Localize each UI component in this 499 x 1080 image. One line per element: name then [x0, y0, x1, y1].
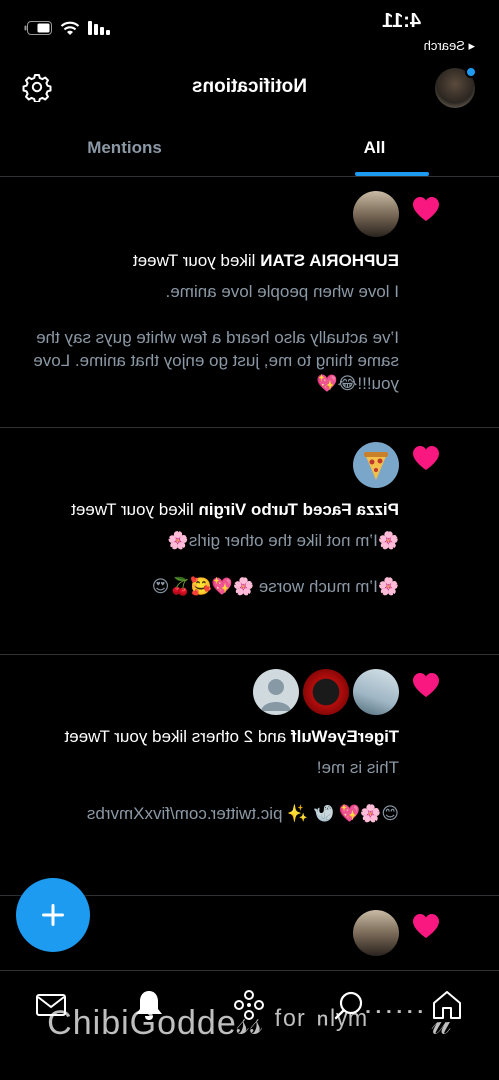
notification-headline: Pizza Faced Turbo Virgin liked your Twee…: [14, 498, 399, 521]
app-header: Notifications: [0, 56, 499, 120]
tweet-text: This is me! 😊🌸💖 🦭 ✨ pic.twitter.com/fivx…: [86, 758, 399, 823]
notification-avatars: [353, 910, 399, 958]
heart-icon: [413, 446, 439, 470]
notification-item[interactable]: Pizza Faced Turbo Virgin liked your Twee…: [0, 428, 499, 655]
notification-content: TigerEyeWulf and 2 others liked your Twe…: [14, 725, 399, 825]
person-icon: [261, 679, 291, 711]
compose-tweet-button[interactable]: [16, 878, 90, 952]
battery-icon: [24, 21, 52, 35]
notification-content: EUPHORIA STAN liked your Tweet I love wh…: [14, 249, 399, 395]
tab-mentions[interactable]: Mentions: [0, 120, 249, 176]
avatar[interactable]: [303, 669, 349, 715]
heart-icon: [413, 673, 439, 697]
page-title: Notifications: [191, 76, 308, 97]
notification-headline: EUPHORIA STAN liked your Tweet: [14, 249, 399, 272]
notification-action: and 2 others liked your Tweet: [64, 727, 291, 746]
notification-avatars: [253, 669, 399, 717]
avatar[interactable]: [353, 191, 399, 237]
tweet-text: 🌸I’m not like the other girls🌸 🌸I’m much…: [151, 531, 399, 596]
status-bar: 4:11 ◂ Search: [0, 0, 499, 56]
back-to-search-link[interactable]: ◂ Search: [424, 38, 475, 54]
tweet-text: I love when people love anime. I’ve actu…: [33, 282, 399, 393]
avatar[interactable]: [353, 669, 399, 715]
actor-name[interactable]: TigerEyeWulf: [291, 727, 399, 746]
notification-tabs: All Mentions: [0, 120, 499, 177]
status-icons: [24, 18, 110, 38]
notification-avatars: [353, 191, 399, 239]
actor-name[interactable]: Pizza Faced Turbo Virgin: [198, 500, 399, 519]
wifi-icon: [60, 21, 80, 36]
pizza-icon: [364, 452, 388, 480]
overlay-caption: ChibiGodde𝓈𝓈 ᶠᵒʳ ⁿˡʸ ͫ ̇ ̇ ̇ ̇ ̇ ̇ 𝓊: [47, 1004, 452, 1042]
notification-action: liked your Tweet: [132, 251, 261, 270]
cellular-signal-icon: [88, 21, 110, 35]
screen: 4:11 ◂ Search Notifications All Mentions…: [0, 0, 499, 1080]
active-tab-indicator: [355, 172, 429, 176]
heart-icon: [413, 197, 439, 221]
heart-icon: [413, 914, 439, 938]
notification-item[interactable]: EUPHORIA STAN liked your Tweet I love wh…: [0, 177, 499, 428]
default-avatar[interactable]: [253, 669, 299, 715]
status-time: 4:11: [382, 10, 421, 32]
avatar[interactable]: [353, 442, 399, 488]
tab-all[interactable]: All: [250, 120, 499, 176]
notification-action: liked your Tweet: [71, 500, 199, 519]
notification-headline: TigerEyeWulf and 2 others liked your Twe…: [14, 725, 399, 748]
notification-content: Pizza Faced Turbo Virgin liked your Twee…: [14, 498, 399, 598]
actor-name[interactable]: EUPHORIA STAN: [260, 251, 399, 270]
plus-icon: [42, 904, 64, 926]
notification-avatars: [353, 442, 399, 490]
notification-item[interactable]: TigerEyeWulf and 2 others liked your Twe…: [0, 655, 499, 896]
settings-gear-icon[interactable]: [22, 72, 52, 103]
avatar[interactable]: [353, 910, 399, 956]
